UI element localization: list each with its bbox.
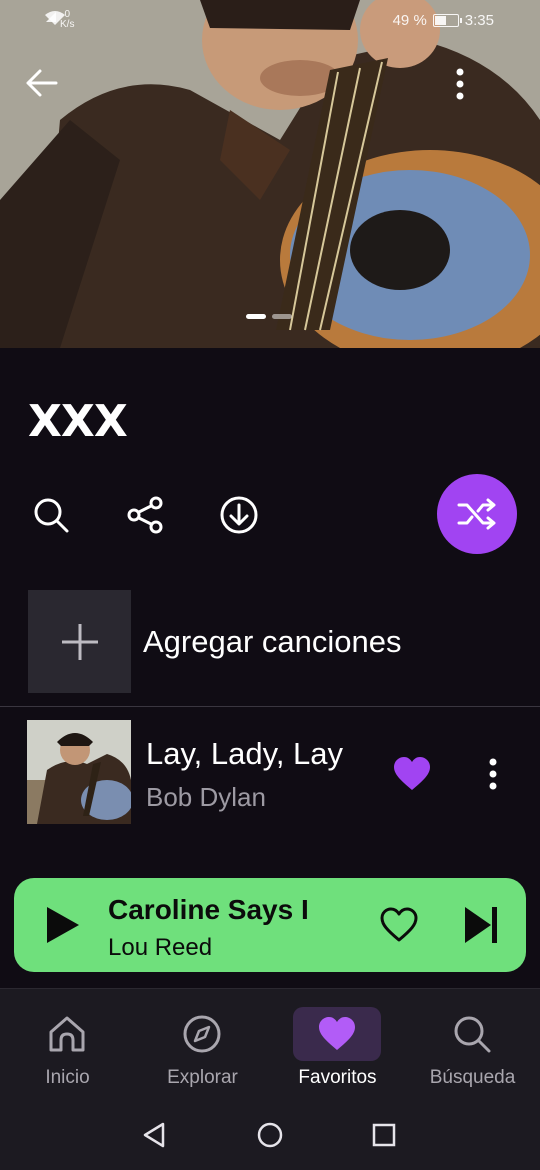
now-playing-title: Caroline Says I: [108, 894, 309, 925]
album-art: [27, 720, 131, 824]
playlist-cover-image: 0 K/s 49 % 3:35: [0, 0, 540, 348]
divider: [0, 706, 540, 707]
favorite-button[interactable]: [390, 752, 434, 796]
cover-photo: [0, 0, 540, 348]
song-options-button[interactable]: [478, 752, 508, 796]
status-left: 0 K/s: [44, 10, 74, 30]
clock: 3:35: [464, 12, 494, 29]
nav-item-busqueda[interactable]: Búsqueda: [405, 989, 540, 1099]
player-favorite-button[interactable]: [376, 902, 422, 948]
circle-home-icon: [257, 1122, 283, 1148]
image-pager: [246, 314, 292, 319]
square-recents-icon: [372, 1123, 396, 1147]
vertical-dots-icon: [456, 68, 464, 100]
compass-icon: [183, 1015, 221, 1053]
nav-icon-container: [158, 1007, 246, 1061]
add-songs-label: Agregar canciones: [143, 624, 402, 659]
nav-icon-container: [428, 1007, 516, 1061]
nav-label: Búsqueda: [429, 1067, 516, 1088]
pager-dot-active[interactable]: [246, 314, 266, 319]
more-options-button[interactable]: [456, 68, 486, 112]
nav-item-favoritos[interactable]: Favoritos: [270, 989, 405, 1099]
share-button[interactable]: [122, 492, 168, 538]
nav-item-inicio[interactable]: Inicio: [0, 989, 135, 1099]
system-recents-button[interactable]: [367, 1118, 401, 1152]
skip-next-button[interactable]: [458, 902, 504, 948]
nav-label: Inicio: [45, 1067, 90, 1088]
pager-dot[interactable]: [272, 314, 292, 319]
status-right: 49 % 3:35: [393, 12, 494, 29]
search-button[interactable]: [28, 492, 74, 538]
triangle-back-icon: [143, 1122, 165, 1148]
system-back-button[interactable]: [137, 1118, 171, 1152]
battery-percent: 49 %: [392, 12, 427, 29]
playlist-actions: [0, 474, 540, 554]
app-screen: 0 K/s 49 % 3:35 XXX Agregar canciones La…: [0, 0, 540, 1170]
playlist-title: XXX: [28, 396, 128, 447]
search-icon: [454, 1016, 491, 1053]
shuffle-icon: [457, 498, 496, 530]
bottom-navigation: Inicio Explorar Favoritos Búsqueda: [0, 988, 540, 1098]
add-songs-tile[interactable]: [28, 590, 131, 693]
heart-outline-icon: [380, 907, 418, 942]
download-icon: [220, 496, 258, 534]
heart-icon: [319, 1017, 355, 1050]
nav-icon-container: [293, 1007, 381, 1061]
back-button[interactable]: [24, 68, 68, 112]
song-artist: Bob Dylan: [146, 782, 266, 812]
now-playing-artist: Lou Reed: [108, 934, 213, 961]
plus-icon: [61, 623, 98, 660]
add-songs-row[interactable]: Agregar canciones: [0, 588, 540, 694]
system-navigation-bar: [0, 1098, 540, 1170]
share-icon: [127, 496, 163, 534]
search-icon: [34, 498, 69, 533]
shuffle-play-button[interactable]: [437, 474, 517, 554]
skip-next-icon: [465, 907, 497, 943]
download-button[interactable]: [216, 492, 262, 538]
album-cover: [27, 720, 131, 824]
heart-filled-icon: [394, 757, 430, 790]
vertical-dots-icon: [489, 758, 497, 790]
battery-icon: [432, 14, 462, 27]
status-bar: 0 K/s 49 % 3:35: [0, 0, 540, 44]
play-button[interactable]: [40, 902, 86, 948]
nav-label: Favoritos: [298, 1067, 377, 1088]
play-icon: [47, 907, 79, 943]
song-list-item[interactable]: Lay, Lady, Lay Bob Dylan: [0, 718, 540, 828]
arrow-left-icon: [26, 69, 58, 97]
home-icon: [49, 1016, 85, 1052]
nav-label: Explorar: [167, 1067, 238, 1088]
mini-player[interactable]: Caroline Says I Lou Reed: [14, 878, 526, 972]
song-title: Lay, Lady, Lay: [146, 736, 344, 771]
system-home-button[interactable]: [253, 1118, 287, 1152]
nav-item-explorar[interactable]: Explorar: [135, 989, 270, 1099]
nav-icon-container: [23, 1007, 111, 1061]
